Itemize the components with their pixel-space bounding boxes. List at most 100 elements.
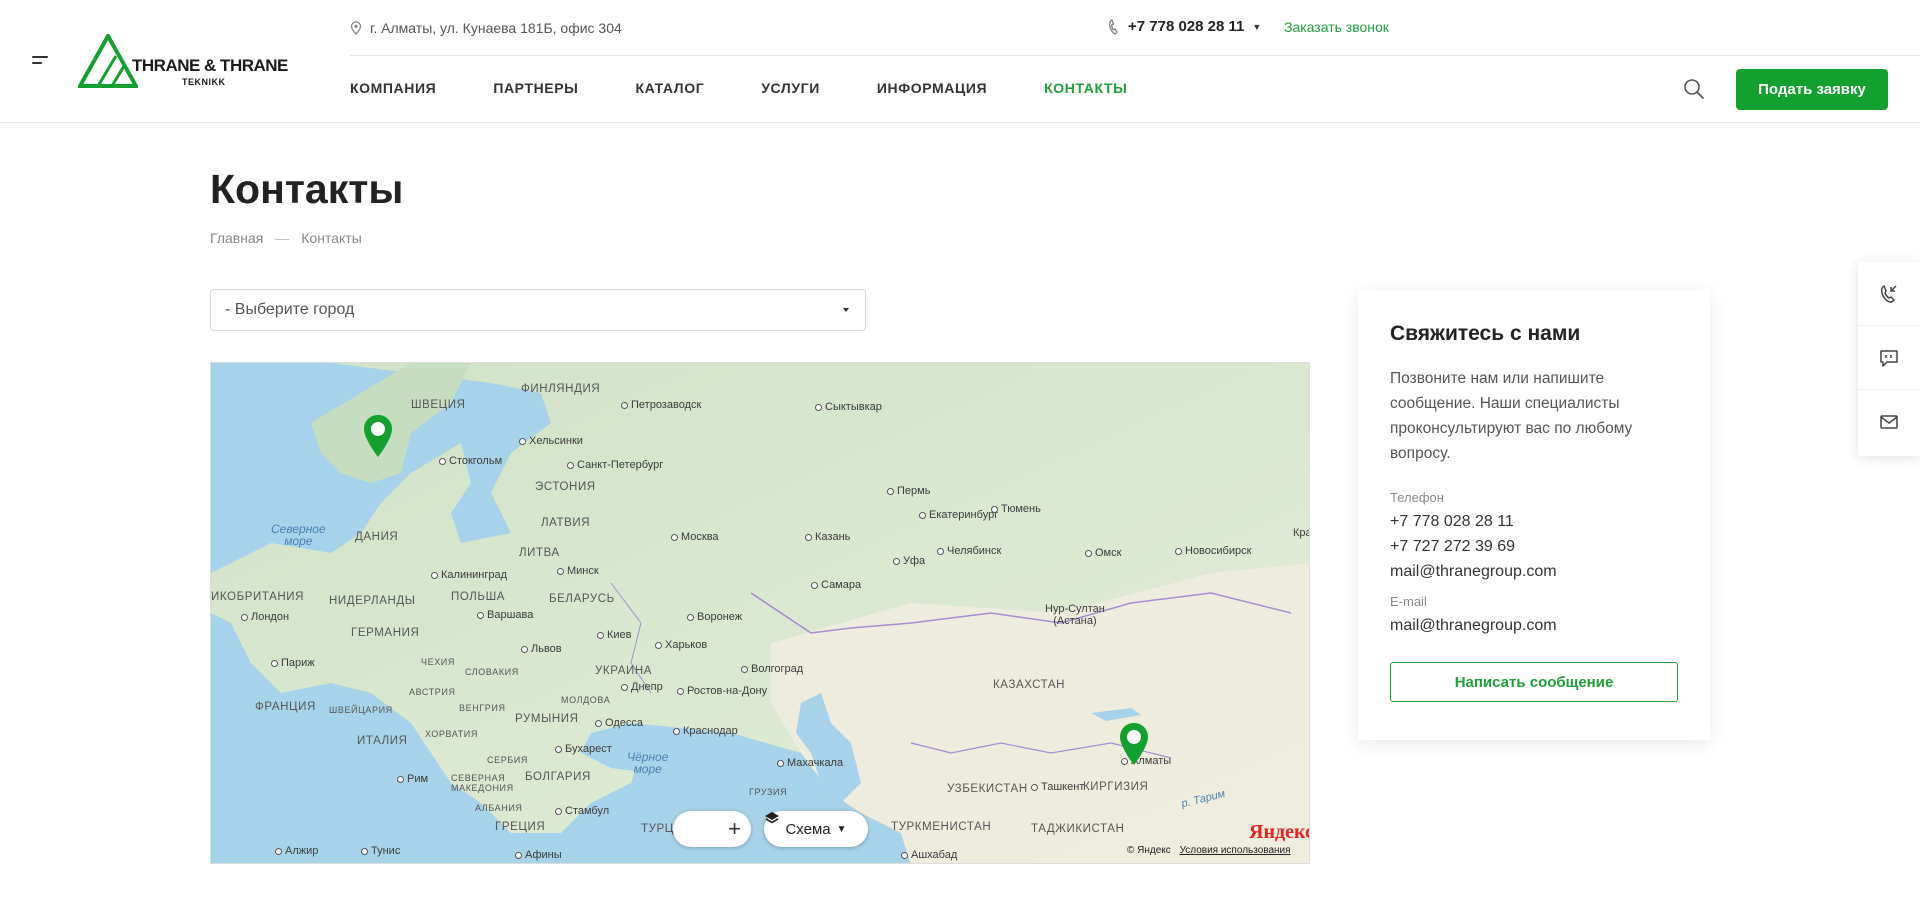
map-label: ТУРКМЕНИСТАН <box>891 821 992 833</box>
map-label: ШВЕЦИЯ <box>411 399 466 411</box>
map-label: Бухарест <box>555 743 612 755</box>
map[interactable]: ШВЕЦИЯ ФИНЛЯНДИЯ Петрозаводск Сыктывкар … <box>210 362 1310 864</box>
chevron-down-icon <box>843 308 849 312</box>
mail-icon <box>1880 415 1898 429</box>
breadcrumb-current: Контакты <box>301 230 362 246</box>
phone-callback-icon <box>1880 284 1897 303</box>
map-label: Северное море <box>271 523 326 547</box>
header-phone[interactable]: +7 778 028 28 11 ▼ <box>1108 18 1261 35</box>
yandex-logo[interactable]: Яндекс <box>1249 821 1309 844</box>
map-label: ГРУЗИЯ <box>749 787 788 797</box>
location-pin-icon <box>350 21 362 35</box>
map-label: Омск <box>1085 547 1121 559</box>
city-select[interactable]: - Выберите город <box>210 289 866 331</box>
map-label: БОЛГАРИЯ <box>525 771 591 783</box>
nav-item-contacts[interactable]: КОНТАКТЫ <box>1044 80 1127 96</box>
map-label: ГЕРМАНИЯ <box>351 627 420 639</box>
map-label: ФРАНЦИЯ <box>255 701 316 713</box>
map-label: ДАНИЯ <box>355 531 399 543</box>
map-label: АВСТРИЯ <box>409 687 456 697</box>
map-label: Рим <box>397 773 428 785</box>
plus-icon: + <box>728 816 741 841</box>
terms-link[interactable]: Условия использования <box>1180 845 1291 856</box>
nav-item-company[interactable]: КОМПАНИЯ <box>350 80 436 96</box>
map-marker-icon[interactable] <box>1117 721 1151 767</box>
nav-item-services[interactable]: УСЛУГИ <box>761 80 820 96</box>
write-message-button[interactable]: Написать сообщение <box>1390 662 1678 702</box>
logo[interactable]: THRANE & THRANE TEKNIKK <box>76 31 288 90</box>
map-label: ИКОБРИТАНИЯ <box>211 591 305 603</box>
map-layer-button[interactable]: Схема ▼ <box>764 811 868 847</box>
page-title: Контакты <box>210 166 404 212</box>
nav-item-catalog[interactable]: КАТАЛОГ <box>635 80 704 96</box>
phone-label: Телефон <box>1390 490 1444 505</box>
nav-item-partners[interactable]: ПАРТНЕРЫ <box>493 80 578 96</box>
chat-icon <box>1880 349 1898 367</box>
map-label: Екатеринбург <box>919 509 998 521</box>
map-label: Киев <box>597 629 632 641</box>
phone-icon <box>1109 18 1118 35</box>
side-email-button[interactable] <box>1858 390 1920 454</box>
map-label: Тюмень <box>991 503 1041 515</box>
email-value[interactable]: mail@thranegroup.com <box>1390 613 1678 638</box>
map-label: Воронеж <box>687 611 742 623</box>
zoom-in-button[interactable]: + <box>673 811 751 847</box>
map-label: Хельсинки <box>519 435 583 447</box>
map-label: НИДЕРЛАНДЫ <box>329 595 416 607</box>
map-label: Афины <box>515 849 562 861</box>
map-label: Краснодар <box>673 725 738 737</box>
chevron-down-icon: ▼ <box>836 823 847 835</box>
search-icon[interactable] <box>1683 78 1705 100</box>
breadcrumb: Главная — Контакты <box>210 230 362 246</box>
map-label: СЕРБИЯ <box>487 755 528 765</box>
submit-request-button[interactable]: Подать заявку <box>1736 69 1888 110</box>
map-label: Петрозаводск <box>621 399 701 411</box>
map-label: Новосибирск <box>1175 545 1251 557</box>
phone-value[interactable]: mail@thranegroup.com <box>1390 559 1678 584</box>
map-label: Львов <box>521 643 562 655</box>
nav-item-information[interactable]: ИНФОРМАЦИЯ <box>877 80 987 96</box>
map-label: Санкт-Петербург <box>567 459 663 471</box>
map-marker-icon[interactable] <box>361 413 395 459</box>
contact-card-description: Позвоните нам или напишите сообщение. На… <box>1390 370 1633 462</box>
side-callback-button[interactable] <box>1858 262 1920 326</box>
map-label: Волгоград <box>741 663 803 675</box>
map-label: Лондон <box>241 611 289 623</box>
map-label: ТУРЦ <box>641 823 674 835</box>
city-select-value: - Выберите город <box>225 301 355 318</box>
phone-number: +7 778 028 28 11 <box>1128 18 1245 35</box>
map-label: МОЛДОВА <box>561 695 611 705</box>
map-label: ПОЛЬША <box>451 591 505 603</box>
phone-group: Телефон +7 778 028 28 11 +7 727 272 39 6… <box>1390 490 1678 584</box>
map-label: Днепр <box>621 681 663 693</box>
logo-mark-icon <box>76 31 140 88</box>
map-label: ЛИТВА <box>519 547 560 559</box>
breadcrumb-home[interactable]: Главная <box>210 230 263 246</box>
map-label: УЗБЕКИСТАН <box>947 783 1028 795</box>
address: г. Алматы, ул. Кунаева 181Б, офис 304 <box>350 20 622 36</box>
map-label: Минск <box>557 565 599 577</box>
map-label: Самара <box>811 579 861 591</box>
header-topline: г. Алматы, ул. Кунаева 181Б, офис 304 +7… <box>350 0 1920 56</box>
menu-icon[interactable] <box>32 56 50 66</box>
side-chat-button[interactable] <box>1858 326 1920 390</box>
map-label: СЕВЕРНАЯ МАКЕДОНИЯ <box>451 773 514 793</box>
map-label: Одесса <box>595 717 643 729</box>
map-label: ЭСТОНИЯ <box>535 481 596 493</box>
map-label: ГРЕЦИЯ <box>495 821 546 833</box>
layers-icon <box>765 812 779 824</box>
phone-value[interactable]: +7 727 272 39 69 <box>1390 534 1678 559</box>
callback-link[interactable]: Заказать звонок <box>1284 19 1389 35</box>
map-label: СЛОВАКИЯ <box>465 667 519 677</box>
map-label: Махачкала <box>777 757 843 769</box>
map-label: Ташкент <box>1031 781 1084 793</box>
map-label: РУМЫНИЯ <box>515 713 579 725</box>
phone-value[interactable]: +7 778 028 28 11 <box>1390 509 1678 534</box>
map-label: ХОРВАТИЯ <box>425 729 478 739</box>
chevron-down-icon[interactable]: ▼ <box>1252 22 1261 32</box>
map-label: Уфа <box>893 555 925 567</box>
map-label: АЛБАНИЯ <box>475 803 523 813</box>
address-text: г. Алматы, ул. Кунаева 181Б, офис 304 <box>370 20 622 36</box>
map-label: ИТАЛИЯ <box>357 735 408 747</box>
map-label: Стокгольм <box>439 455 502 467</box>
